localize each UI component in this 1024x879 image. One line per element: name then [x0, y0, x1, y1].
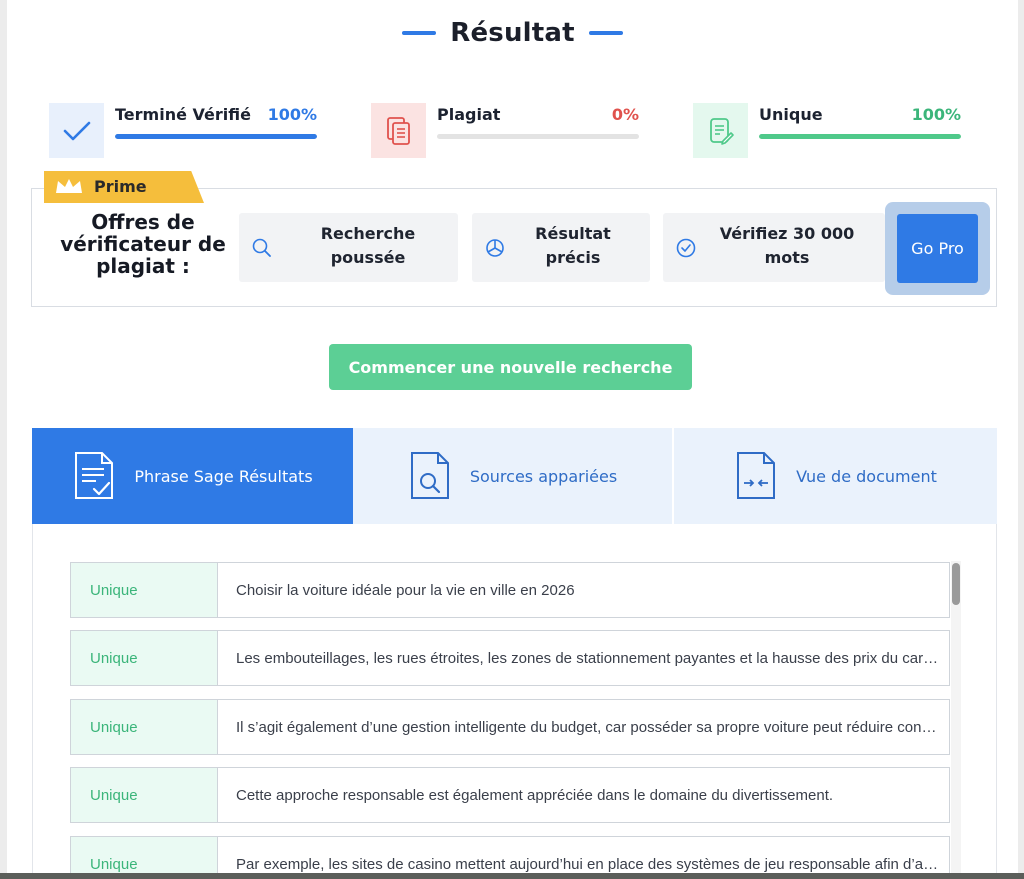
new-search-button[interactable]: Commencer une nouvelle recherche: [329, 344, 692, 390]
status-badge: Unique: [71, 700, 218, 754]
document-compare-icon: [737, 452, 776, 499]
stat-plagiarism-value: 0%: [611, 105, 639, 124]
results-scrollbar-thumb[interactable]: [952, 563, 960, 605]
row-text: Les embouteillages, les rues étroites, l…: [218, 631, 949, 685]
stat-plagiarism-progress: [437, 134, 639, 139]
stat-plagiarism-label: Plagiat: [437, 105, 501, 124]
tab-matched-sources-label: Sources appariées: [469, 466, 618, 486]
tab-document-view-label: Vue de document: [796, 466, 937, 486]
results-tabs: Phrase Sage Résultats Sources appariées …: [32, 428, 997, 524]
result-header: Résultat: [7, 18, 1018, 48]
prime-badge: Prime: [44, 171, 204, 203]
check-icon: [49, 103, 104, 158]
stat-plagiarism: Plagiat 0%: [371, 103, 639, 159]
crown-icon: [56, 179, 82, 193]
stat-unique-label: Unique: [759, 105, 823, 124]
premium-offers-panel: Prime Offres de vérificateur de plagiat …: [31, 171, 997, 307]
stat-verified-progress-fill: [115, 134, 317, 139]
go-pro-highlight: Go Pro: [885, 202, 990, 295]
row-text: Il s’agit également d’une gestion intell…: [218, 700, 949, 754]
check-circle-icon: [676, 238, 696, 258]
tab-matched-sources[interactable]: Sources appariées: [353, 428, 674, 524]
stat-unique-progress-fill: [759, 134, 961, 139]
sentence-text: Cette approche responsable est également…: [236, 786, 834, 804]
row-text: Choisir la voiture idéale pour la vie en…: [218, 563, 949, 617]
document-search-icon: [410, 452, 449, 499]
offer-deep-search: Recherche poussée: [239, 213, 458, 282]
offer-check-words: Vérifiez 30 000 mots: [663, 213, 885, 282]
tab-document-view[interactable]: Vue de document: [674, 428, 997, 524]
offers-heading: Offres de vérificateur de plagiat :: [60, 210, 226, 278]
copy-document-icon: [371, 103, 426, 158]
tab-sentence-results[interactable]: Phrase Sage Résultats: [32, 428, 353, 524]
prime-badge-label: Prime: [94, 177, 147, 196]
sentence-text: Il s’agit également d’une gestion intell…: [236, 718, 939, 736]
stat-unique-value: 100%: [911, 105, 961, 124]
go-pro-button[interactable]: Go Pro: [897, 214, 978, 283]
status-badge: Unique: [71, 768, 218, 822]
edit-document-icon: [693, 103, 748, 158]
table-row[interactable]: Unique Les embouteillages, les rues étro…: [70, 630, 950, 686]
stat-verified-value: 100%: [267, 105, 317, 124]
offer-check-words-label: Vérifiez 30 000 mots: [719, 224, 855, 267]
stat-verified: Terminé Vérifié 100%: [49, 103, 317, 159]
table-row[interactable]: Unique Cette approche responsable est ég…: [70, 767, 950, 823]
table-row[interactable]: Unique Choisir la voiture idéale pour la…: [70, 562, 950, 618]
offer-accurate-result: Résultat précis: [472, 213, 650, 282]
table-row[interactable]: Unique Il s’agit également d’une gestion…: [70, 699, 950, 755]
status-badge: Unique: [71, 631, 218, 685]
stat-unique-progress: [759, 134, 961, 139]
offer-deep-search-label: Recherche poussée: [320, 224, 416, 267]
tab-sentence-results-label: Phrase Sage Résultats: [134, 466, 313, 486]
stat-verified-progress: [115, 134, 317, 139]
row-text: Cette approche responsable est également…: [218, 768, 949, 822]
offer-accurate-result-label: Résultat précis: [535, 224, 611, 267]
results-scrollbar[interactable]: [951, 561, 961, 879]
stat-verified-label: Terminé Vérifié: [115, 105, 251, 124]
title-decoration-left: [402, 31, 437, 35]
sentence-text: Choisir la voiture idéale pour la vie en…: [236, 581, 575, 599]
pie-chart-icon: [486, 239, 504, 257]
status-badge: Unique: [71, 563, 218, 617]
page-title: Résultat: [450, 18, 575, 48]
document-check-icon: [75, 452, 114, 499]
sentence-text: Par exemple, les sites de casino mettent…: [236, 855, 939, 873]
sentence-results-list: Unique Choisir la voiture idéale pour la…: [32, 524, 997, 879]
search-icon: [252, 238, 271, 257]
sentence-text: Les embouteillages, les rues étroites, l…: [236, 649, 939, 667]
title-decoration-right: [588, 31, 623, 35]
stat-unique: Unique 100%: [693, 103, 961, 159]
result-page: Résultat Terminé Vérifié 100% Plagiat 0%…: [7, 0, 1018, 879]
window-bottom-edge: [0, 873, 1024, 879]
